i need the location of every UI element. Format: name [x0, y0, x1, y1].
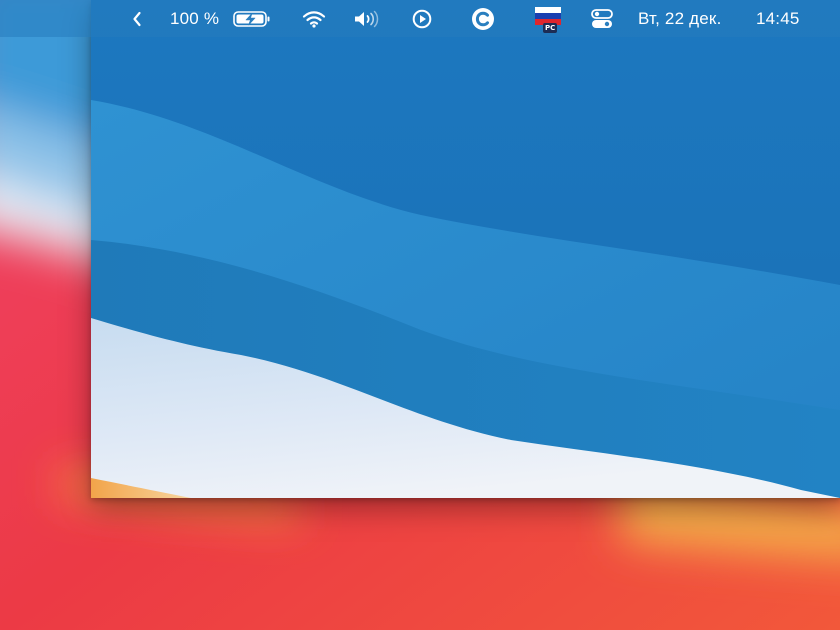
russian-flag-icon: [535, 6, 561, 25]
app-menu-extra[interactable]: [469, 0, 497, 37]
screen: 100 % PC Вт, 22 дек. 14:45: [0, 0, 840, 630]
menubar-date[interactable]: Вт, 22 дек.: [638, 0, 746, 37]
date-label: Вт, 22 дек.: [638, 8, 722, 28]
menu-bar: 100 % PC Вт, 22 дек. 14:45: [0, 0, 840, 37]
play-circle-icon: [412, 9, 432, 28]
battery-percentage[interactable]: 100 %: [170, 0, 230, 37]
time-label: 14:45: [756, 8, 800, 28]
battery-percent-label: 100 %: [170, 8, 220, 28]
input-source-menu[interactable]: PC: [532, 0, 564, 37]
chevron-left-icon: [133, 11, 141, 26]
wallpaper-waves: [91, 0, 840, 498]
control-center-button[interactable]: [588, 0, 616, 37]
desktop-wallpaper-panel: [91, 0, 840, 498]
now-playing-button[interactable]: [410, 0, 434, 37]
volume-control[interactable]: [352, 0, 384, 37]
collapse-menu-button[interactable]: [126, 0, 148, 37]
wifi-status[interactable]: [300, 0, 328, 37]
control-center-icon: [591, 8, 613, 28]
input-source-label: PC: [543, 22, 558, 33]
battery-status[interactable]: [232, 0, 272, 37]
input-source-indicator: PC: [533, 4, 563, 34]
volume-icon: [355, 10, 379, 27]
menubar-clock[interactable]: 14:45: [756, 0, 816, 37]
battery-charging-icon: [233, 10, 270, 27]
wifi-icon: [302, 10, 326, 28]
c-circle-icon: [472, 7, 494, 30]
